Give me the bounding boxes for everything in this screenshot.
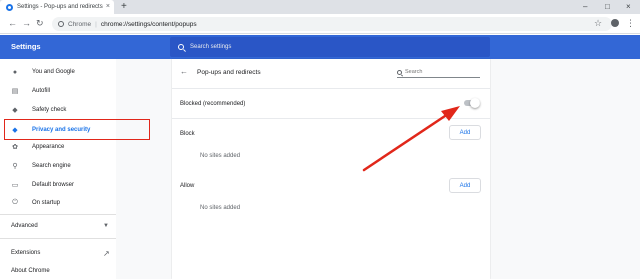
sidebar-item-about-chrome[interactable]: About Chrome [0, 264, 116, 278]
blocked-label: Blocked (recommended) [180, 101, 246, 107]
block-heading: Block [180, 131, 195, 137]
palette-icon: ✿ [12, 144, 18, 151]
sidebar-item-label: You and Google [32, 69, 75, 75]
site-search-field[interactable] [397, 67, 480, 78]
site-search-input[interactable] [405, 69, 475, 75]
sidebar-item-search-engine[interactable]: ⚲ Search engine [0, 159, 116, 173]
annotation-highlight-box [4, 119, 150, 140]
block-add-button[interactable]: Add [449, 125, 481, 140]
sidebar-item-appearance[interactable]: ✿ Appearance [0, 140, 116, 154]
omnibox-scheme: Chrome [68, 20, 92, 28]
allow-empty-text: No sites added [200, 205, 241, 211]
sidebar-item-you-and-google[interactable]: ● You and Google [0, 65, 116, 79]
person-icon: ● [12, 68, 18, 76]
search-settings-placeholder: Search settings [190, 44, 232, 50]
sidebar-divider [0, 238, 116, 239]
row-divider [172, 118, 490, 119]
clipboard-icon: ▤ [11, 88, 19, 95]
allow-heading: Allow [180, 183, 195, 189]
sidebar-divider [0, 214, 116, 215]
omnibox-url: chrome://settings/content/popups [100, 20, 197, 28]
block-empty-text: No sites added [200, 153, 241, 159]
omnibox-separator: | [95, 20, 97, 28]
sidebar-item-label: Safety check [32, 107, 67, 113]
tab-strip: Settings - Pop-ups and redirects × + – □… [0, 0, 640, 14]
settings-card [172, 59, 490, 279]
sidebar-item-label: Appearance [32, 144, 65, 150]
sidebar-item-safety-check[interactable]: ◆ Safety check [0, 103, 116, 117]
forward-icon[interactable]: → [22, 18, 31, 29]
search-icon [397, 69, 402, 75]
sidebar-item-label: Advanced [11, 223, 38, 229]
sidebar-item-label: On startup [32, 200, 61, 206]
shield-icon: ◆ [12, 107, 18, 114]
tab-close-icon[interactable]: × [106, 3, 110, 11]
tab-title: Settings - Pop-ups and redirects [17, 4, 103, 10]
address-bar[interactable]: Chrome | chrome://settings/content/popup… [52, 17, 612, 31]
chevron-down-icon: ▼ [103, 223, 109, 229]
profile-avatar-icon[interactable] [611, 19, 619, 27]
minimize-button[interactable]: – [583, 1, 587, 12]
sidebar-item-on-startup[interactable]: ⏻ On startup [0, 196, 116, 210]
tab-settings[interactable]: Settings - Pop-ups and redirects × [0, 0, 114, 14]
site-info-icon[interactable] [58, 21, 64, 27]
settings-title: Settings [11, 42, 41, 51]
power-icon: ⏻ [12, 199, 18, 206]
sidebar-item-label: About Chrome [11, 268, 50, 274]
sidebar-item-label: Default browser [32, 182, 75, 188]
new-tab-button[interactable]: + [121, 1, 127, 13]
sidebar-item-label: Search engine [32, 163, 71, 169]
bookmark-star-icon[interactable]: ☆ [594, 18, 602, 29]
search-icon [178, 44, 184, 50]
back-arrow-icon[interactable]: ← [180, 67, 188, 76]
browser-toolbar: ← → ↻ Chrome | chrome://settings/content… [0, 14, 640, 34]
row-divider [172, 88, 490, 89]
allow-add-button[interactable]: Add [449, 178, 481, 193]
blocked-toggle-knob[interactable] [470, 98, 480, 108]
sidebar-item-extensions[interactable]: Extensions ↗ [0, 246, 116, 260]
more-menu-icon[interactable]: ⋮ [626, 18, 635, 29]
sidebar-item-autofill[interactable]: ▤ Autofill [0, 84, 116, 98]
sidebar-item-advanced[interactable]: Advanced ▼ [0, 219, 116, 233]
maximize-button[interactable]: □ [605, 1, 610, 12]
sidebar-item-label: Extensions [11, 250, 41, 256]
open-in-new-icon: ↗ [103, 248, 110, 258]
search-icon: ⚲ [12, 163, 18, 170]
sidebar-item-default-browser[interactable]: ▭ Default browser [0, 178, 116, 192]
sidebar-item-label: Autofill [32, 88, 51, 94]
reload-icon[interactable]: ↻ [36, 18, 44, 29]
search-settings-input[interactable]: Search settings [170, 37, 490, 57]
settings-gear-icon [6, 3, 13, 11]
close-window-button[interactable]: × [626, 1, 631, 12]
page-title: Pop-ups and redirects [197, 69, 261, 76]
back-icon[interactable]: ← [8, 18, 17, 29]
browser-icon: ▭ [11, 182, 19, 189]
